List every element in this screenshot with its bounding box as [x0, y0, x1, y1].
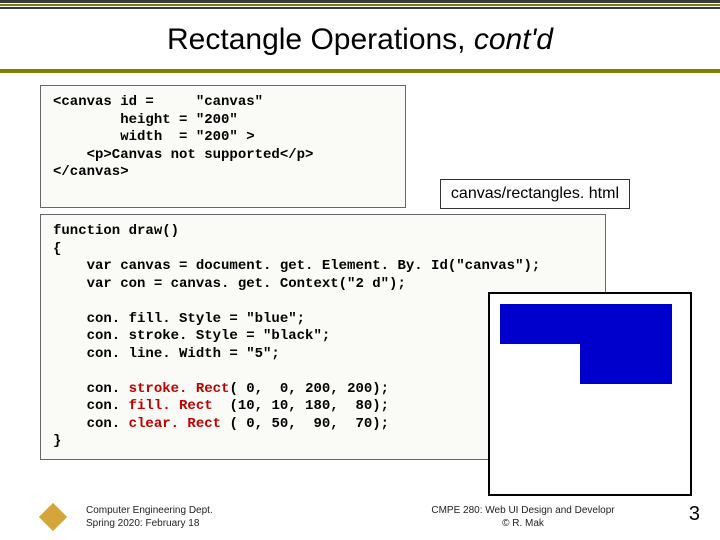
title-contd: cont'd [474, 23, 553, 56]
footer-left-text: Computer Engineering Dept. Spring 2020: … [86, 504, 286, 530]
title-main: Rectangle Operations, [167, 23, 474, 56]
slide-title: Rectangle Operations, cont'd [0, 9, 720, 69]
slide-footer: Computer Engineering Dept. Spring 2020: … [0, 504, 720, 530]
header-decoration [0, 0, 720, 9]
cleared-rectangle [490, 344, 580, 414]
page-number: 3 [689, 503, 700, 526]
code-block-canvas-html: <canvas id = "canvas" height = "200" wid… [40, 85, 406, 208]
university-logo [40, 504, 66, 530]
footer-center-text: CMPE 280: Web UI Design and Developr © R… [286, 504, 720, 530]
filename-label: canvas/rectangles. html [440, 179, 630, 209]
canvas-output-illustration [488, 292, 692, 496]
